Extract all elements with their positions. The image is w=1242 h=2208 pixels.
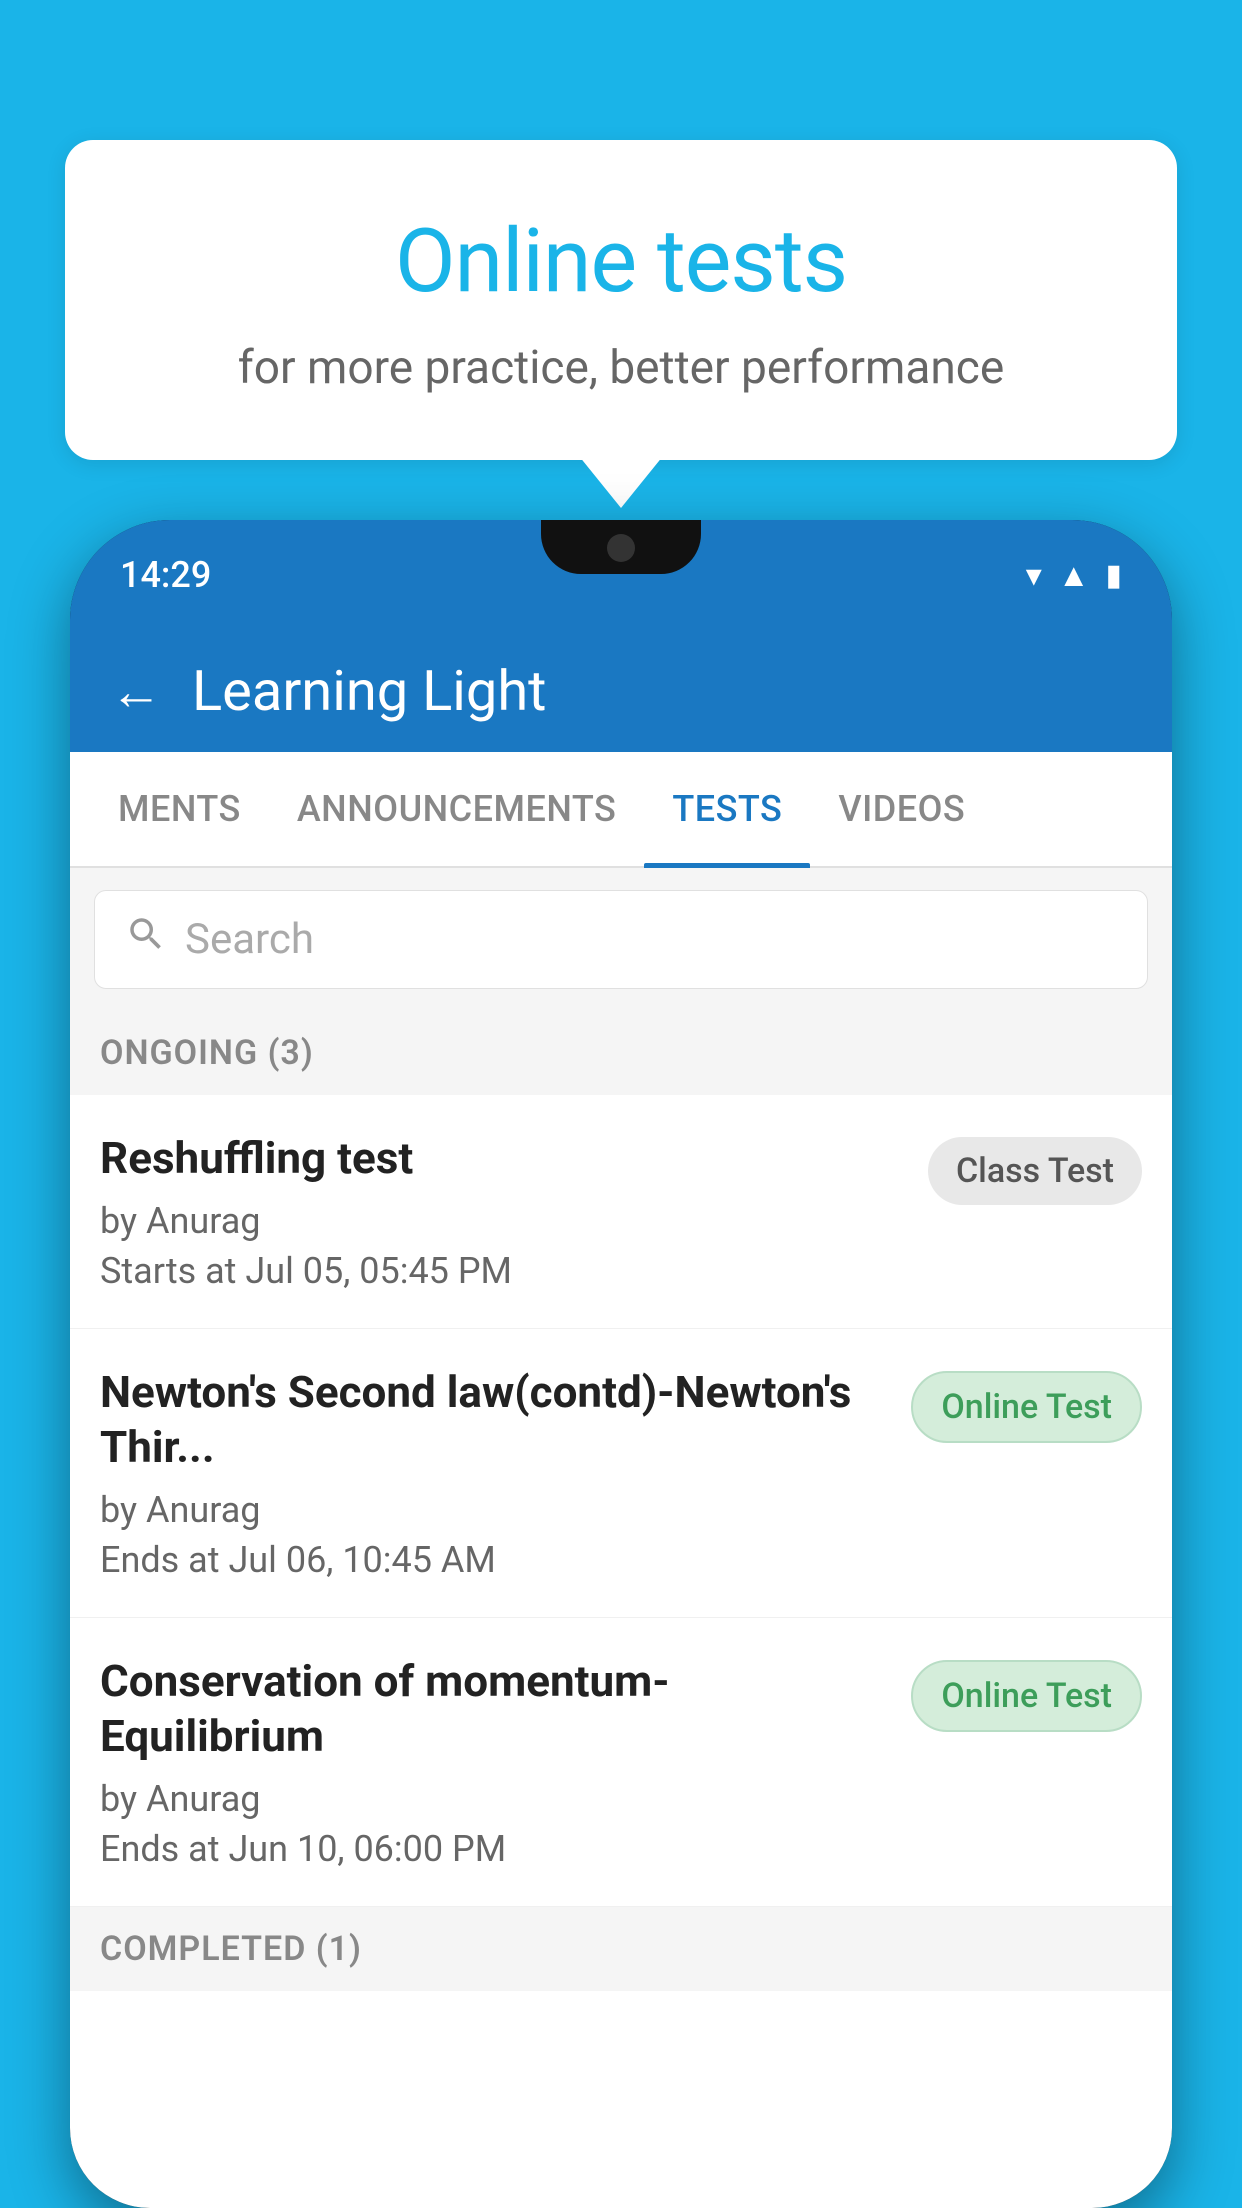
status-time: 14:29 (120, 554, 211, 596)
test-item[interactable]: Conservation of momentum-Equilibrium by … (70, 1618, 1172, 1907)
test-badge-online-2: Online Test (911, 1660, 1142, 1732)
test-by: by Anurag (100, 1778, 891, 1820)
tab-ments[interactable]: MENTS (90, 752, 269, 866)
test-time: Ends at Jun 10, 06:00 PM (100, 1828, 891, 1870)
search-bar[interactable]: Search (94, 890, 1148, 989)
ongoing-label: ONGOING (3) (100, 1033, 314, 1073)
camera (607, 534, 635, 562)
search-container: Search (70, 868, 1172, 1011)
battery-icon: ▮ (1105, 558, 1122, 593)
app-title: Learning Light (192, 658, 546, 724)
test-item[interactable]: Newton's Second law(contd)-Newton's Thir… (70, 1329, 1172, 1618)
search-icon (125, 913, 167, 966)
bubble-title: Online tests (125, 210, 1117, 313)
test-name: Reshuffling test (100, 1131, 908, 1186)
app-header: ← Learning Light (70, 630, 1172, 752)
test-badge-online: Online Test (911, 1371, 1142, 1443)
notch (541, 520, 701, 574)
tab-tests[interactable]: TESTS (644, 752, 810, 866)
ongoing-section-header: ONGOING (3) (70, 1011, 1172, 1095)
phone-screen: ← Learning Light MENTS ANNOUNCEMENTS TES… (70, 630, 1172, 2208)
back-button[interactable]: ← (110, 661, 162, 722)
status-bar: 14:29 ▾ ▲ ▮ (70, 520, 1172, 630)
phone-frame: 14:29 ▾ ▲ ▮ ← Learning Light MENTS ANNOU… (70, 520, 1172, 2208)
test-item[interactable]: Reshuffling test by Anurag Starts at Jul… (70, 1095, 1172, 1329)
test-badge-class: Class Test (928, 1137, 1142, 1205)
test-time: Ends at Jul 06, 10:45 AM (100, 1539, 891, 1581)
status-icons: ▾ ▲ ▮ (1026, 556, 1122, 594)
speech-bubble: Online tests for more practice, better p… (65, 140, 1177, 460)
test-by: by Anurag (100, 1489, 891, 1531)
completed-section-header: COMPLETED (1) (70, 1907, 1172, 1991)
tabs-container: MENTS ANNOUNCEMENTS TESTS VIDEOS (70, 752, 1172, 868)
completed-label: COMPLETED (1) (100, 1929, 362, 1969)
test-info: Reshuffling test by Anurag Starts at Jul… (100, 1131, 928, 1292)
tab-videos[interactable]: VIDEOS (810, 752, 993, 866)
bubble-subtitle: for more practice, better performance (125, 341, 1117, 395)
speech-bubble-container: Online tests for more practice, better p… (65, 140, 1177, 460)
wifi-icon: ▾ (1026, 556, 1042, 594)
search-placeholder: Search (185, 915, 314, 964)
test-time: Starts at Jul 05, 05:45 PM (100, 1250, 908, 1292)
test-name: Conservation of momentum-Equilibrium (100, 1654, 891, 1764)
test-list: Reshuffling test by Anurag Starts at Jul… (70, 1095, 1172, 1907)
test-by: by Anurag (100, 1200, 908, 1242)
test-info: Newton's Second law(contd)-Newton's Thir… (100, 1365, 911, 1581)
signal-icon: ▲ (1058, 556, 1090, 594)
test-info: Conservation of momentum-Equilibrium by … (100, 1654, 911, 1870)
tab-announcements[interactable]: ANNOUNCEMENTS (269, 752, 645, 866)
test-name: Newton's Second law(contd)-Newton's Thir… (100, 1365, 891, 1475)
